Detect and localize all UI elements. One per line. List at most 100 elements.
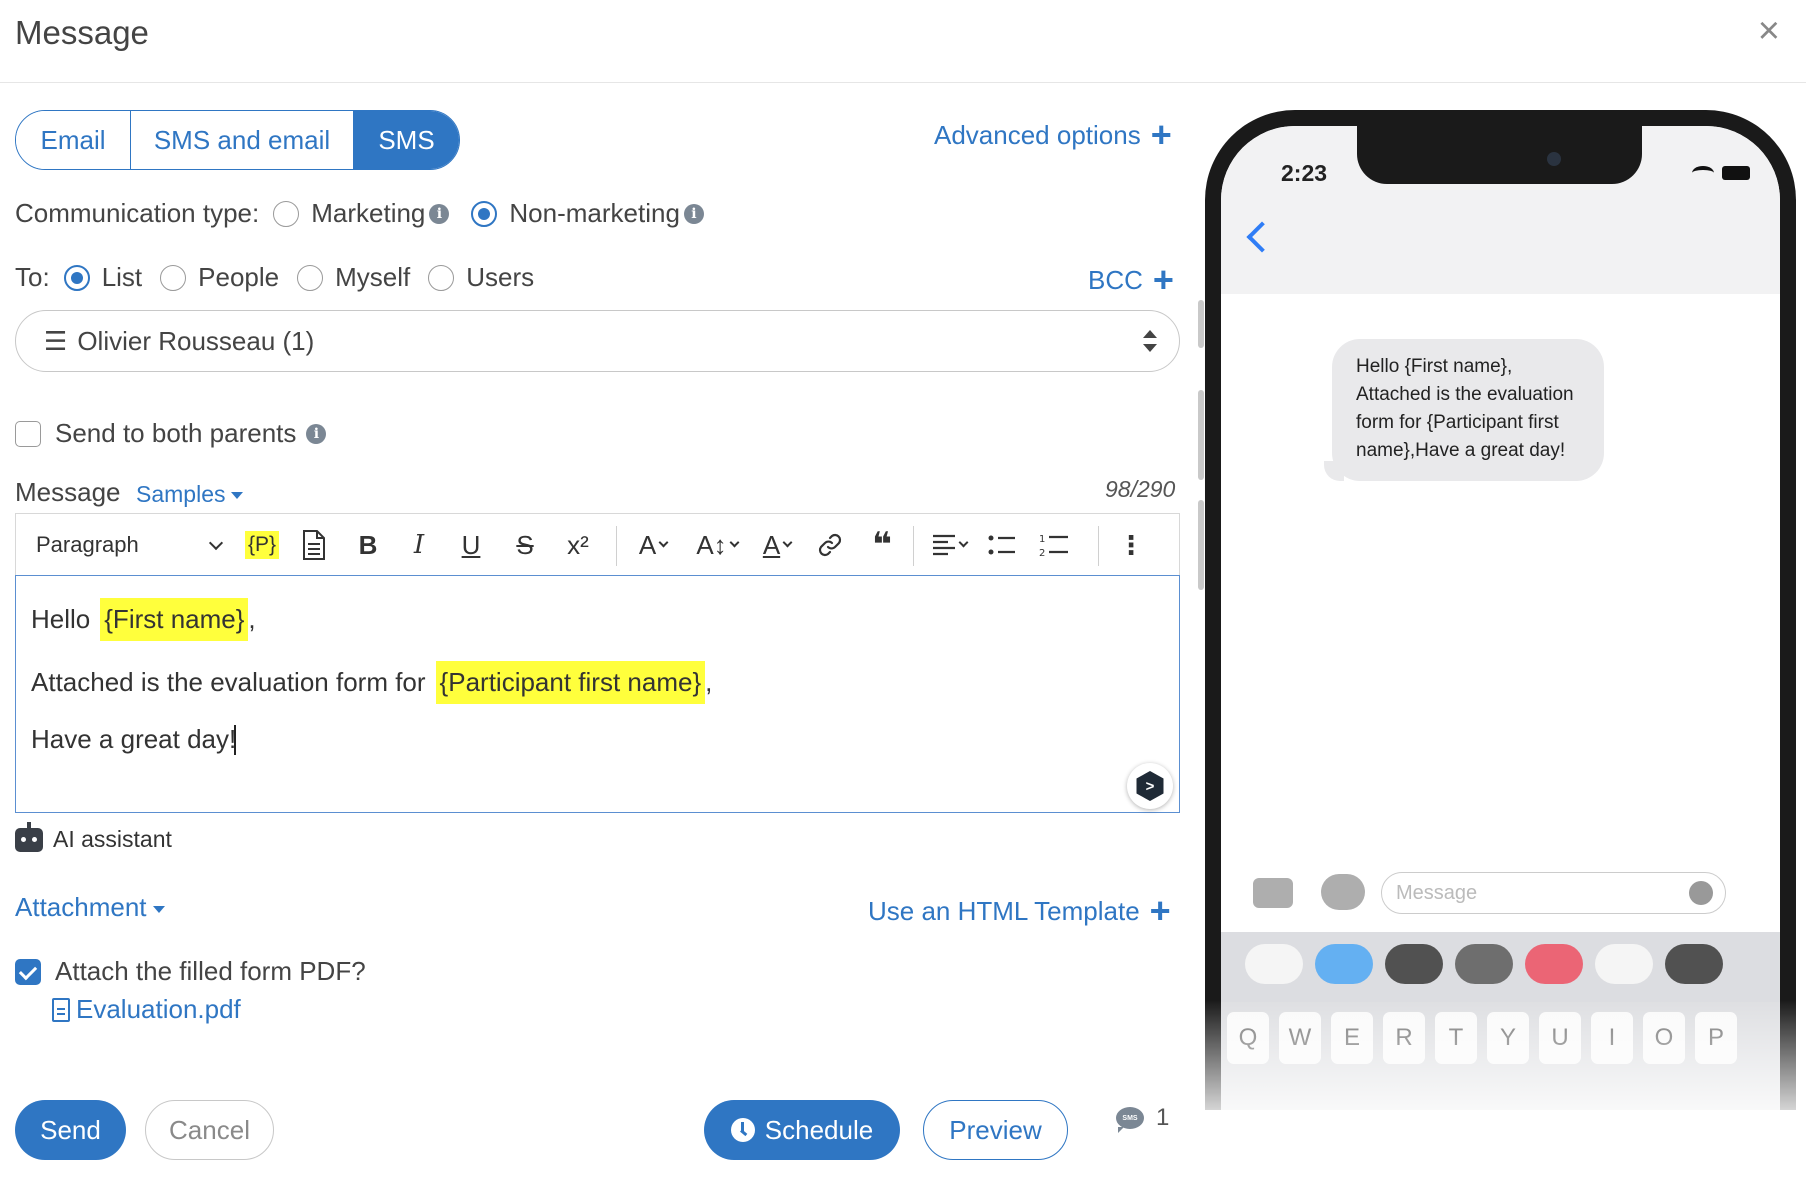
strikethrough-button[interactable]: S (510, 514, 540, 576)
digital-touch-app-icon (1665, 944, 1723, 984)
editor-line: Have a great day! (31, 724, 237, 755)
blockquote-button[interactable]: ❝ (864, 514, 900, 576)
keyboard-key: Y (1487, 1012, 1529, 1064)
clock-icon (730, 1118, 755, 1142)
wifi-icon (1692, 166, 1714, 180)
placeholder-first-name[interactable]: {First name} (100, 598, 249, 641)
chevron-down-icon (729, 537, 740, 548)
paragraph-format-select[interactable]: Paragraph (36, 514, 224, 576)
ai-assistant-button[interactable]: > (1127, 763, 1173, 809)
to-users-radio[interactable] (428, 264, 455, 291)
font-size-button[interactable]: A↕ (688, 514, 746, 576)
chevron-down-icon (208, 535, 224, 550)
document-icon[interactable] (294, 514, 334, 576)
plus-icon: + (1150, 114, 1172, 155)
font-size-icon: A↕ (696, 529, 727, 560)
svg-text:2: 2 (1039, 548, 1045, 558)
font-color-button[interactable]: A (754, 514, 800, 576)
tab-sms[interactable]: SMS (354, 111, 459, 169)
app-store-app-icon (1315, 944, 1373, 984)
send-both-parents-label[interactable]: Send to both parents (55, 418, 296, 449)
ai-assistant-link[interactable]: AI assistant (15, 821, 172, 853)
editor-text: Hello (31, 604, 91, 634)
to-users-label[interactable]: Users (466, 262, 534, 293)
chevron-down-icon (782, 537, 793, 548)
phone-message-placeholder: Message (1396, 881, 1478, 904)
svg-text:1: 1 (1039, 534, 1045, 545)
robot-icon (15, 821, 43, 852)
font-family-button[interactable]: A (628, 514, 678, 576)
camera-icon (1253, 878, 1293, 908)
ai-assistant-label: AI assistant (53, 826, 172, 852)
keyboard-key: T (1435, 1012, 1477, 1064)
phone-apps-row (1221, 932, 1780, 1002)
communication-type-label: Communication type: (15, 198, 260, 228)
bold-button[interactable]: B (350, 514, 386, 576)
send-both-parents-checkbox[interactable] (15, 420, 41, 447)
underline-button[interactable]: U (456, 514, 486, 576)
info-icon[interactable]: i (683, 203, 704, 224)
sms-count-value: 1 (1156, 1104, 1170, 1131)
editor-text: , (705, 667, 713, 697)
toolbar-divider (616, 526, 617, 566)
send-button[interactable]: Send (15, 1100, 126, 1160)
pdf-file-icon (52, 997, 70, 1022)
more-options-icon[interactable]: ⋮ (1116, 514, 1146, 576)
to-myself-radio[interactable] (297, 264, 324, 291)
message-editor[interactable]: Hello {First name} , Attached is the eva… (15, 575, 1180, 813)
editor-toolbar: Paragraph {P} B I U S x² A A↕ A ❝ 12 ⋮ (15, 513, 1180, 575)
non-marketing-radio[interactable] (471, 200, 498, 227)
to-people-label[interactable]: People (198, 262, 279, 293)
tab-sms-and-email[interactable]: SMS and email (131, 111, 354, 169)
font-color-icon: A (762, 529, 781, 560)
microphone-icon (1689, 881, 1713, 905)
keyboard-key: W (1279, 1012, 1321, 1064)
numbered-list-button[interactable]: 12 (1036, 514, 1072, 576)
phone-message-field: Message (1381, 872, 1726, 914)
superscript-button[interactable]: x² (556, 514, 600, 576)
to-list-label[interactable]: List (102, 262, 142, 293)
to-people-radio[interactable] (160, 264, 187, 291)
advanced-options-link[interactable]: Advanced options + (934, 117, 1172, 153)
message-mode-tabs: Email SMS and email SMS (15, 110, 460, 170)
preview-button[interactable]: Preview (923, 1100, 1068, 1160)
non-marketing-label[interactable]: Non-marketing (509, 198, 680, 229)
align-button[interactable] (924, 514, 974, 576)
attach-pdf-checkbox[interactable] (15, 958, 41, 985)
marketing-label[interactable]: Marketing (311, 198, 425, 229)
italic-button[interactable]: I (404, 514, 434, 576)
app-store-icon (1321, 874, 1365, 910)
paragraph-format-label: Paragraph (36, 532, 139, 557)
recipient-select[interactable]: ☰ Olivier Rousseau (1) (15, 310, 1180, 372)
tab-email[interactable]: Email (16, 111, 131, 169)
html-template-link[interactable]: Use an HTML Template + (868, 893, 1171, 929)
marketing-radio[interactable] (273, 200, 300, 227)
bullet-list-button[interactable] (984, 514, 1020, 576)
close-icon[interactable]: × (1758, 12, 1780, 50)
samples-dropdown[interactable]: Samples (136, 481, 244, 508)
info-icon[interactable]: i (429, 203, 450, 224)
insert-link-button[interactable] (812, 514, 848, 576)
phone-side-button (1198, 300, 1204, 348)
cancel-button[interactable]: Cancel (145, 1100, 274, 1160)
keyboard-key: U (1539, 1012, 1581, 1064)
to-list-radio[interactable] (63, 264, 90, 291)
attach-pdf-label[interactable]: Attach the filled form PDF? (55, 956, 366, 987)
info-icon[interactable]: i (306, 423, 327, 444)
html-template-label: Use an HTML Template (868, 895, 1140, 926)
editor-line: Attached is the evaluation form for {Par… (31, 661, 712, 704)
animoji-app-icon (1595, 944, 1653, 984)
to-myself-label[interactable]: Myself (335, 262, 410, 293)
schedule-button[interactable]: Schedule (704, 1100, 900, 1160)
caret-down-icon (152, 905, 165, 913)
align-left-icon (932, 534, 955, 556)
sms-count: SMS 1 (1116, 1104, 1170, 1133)
bcc-link[interactable]: BCC + (1088, 262, 1174, 298)
apple-pay-app-icon (1385, 944, 1443, 984)
attachment-dropdown[interactable]: Attachment (15, 892, 165, 923)
pdf-file-link[interactable]: Evaluation.pdf (52, 994, 241, 1025)
placeholder-participant-first-name[interactable]: {Participant first name} (435, 661, 706, 704)
bullet-list-icon (988, 535, 1015, 555)
phone-input-row: Message (1221, 866, 1780, 926)
insert-placeholder-button[interactable]: {P} (242, 514, 282, 576)
